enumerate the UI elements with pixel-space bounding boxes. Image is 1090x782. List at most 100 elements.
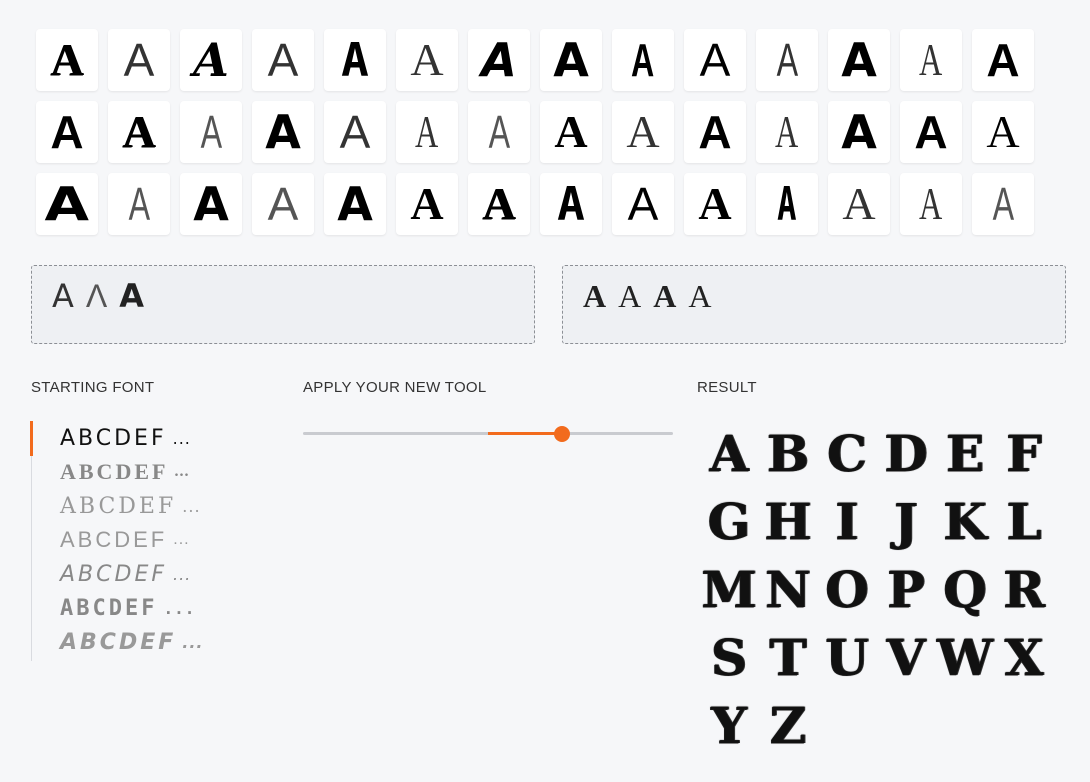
glyph-letter: A [776, 34, 798, 86]
glyph-letter: A [914, 106, 948, 158]
glyph-tile[interactable]: A [36, 29, 98, 91]
glyph-tile[interactable]: A [468, 173, 530, 235]
result-glyph: U [825, 627, 869, 687]
glyph-letter: A [410, 178, 444, 229]
glyph-tile[interactable]: A [180, 29, 242, 91]
dropped-glyph[interactable]: A [653, 280, 676, 312]
glyph-tile[interactable]: A [108, 173, 170, 235]
font-option[interactable]: ABCDEF... [32, 557, 212, 591]
font-option[interactable]: ABCDEF... [32, 523, 212, 557]
glyph-letter: A [841, 33, 877, 87]
result-label: RESULT [697, 379, 757, 396]
glyph-tile[interactable]: A [900, 173, 962, 235]
drop-zone-right[interactable]: AAAA [562, 265, 1066, 344]
glyph-tile[interactable]: A [468, 29, 530, 91]
font-sample: ABCDEF [60, 595, 158, 621]
glyph-tile[interactable]: A [540, 101, 602, 163]
result-alphabet: ABCDEF GHIJKL MNOPQR STUVWX YZ [700, 419, 1053, 759]
glyph-tile[interactable]: A [972, 173, 1034, 235]
glyph-tile[interactable]: A [684, 101, 746, 163]
font-sample: ABCDEF [60, 425, 167, 451]
glyph-tile[interactable]: A [828, 29, 890, 91]
glyph-tile[interactable]: A [36, 173, 98, 235]
glyph-letter: A [698, 106, 732, 158]
dropped-glyph[interactable]: Λ [86, 280, 107, 312]
font-option[interactable]: ABCDEF... [32, 591, 212, 625]
glyph-tile[interactable]: A [684, 29, 746, 91]
glyph-tile[interactable]: A [756, 101, 818, 163]
glyph-letter: A [986, 106, 1020, 157]
glyph-tile[interactable]: A [540, 29, 602, 91]
glyph-tile[interactable]: A [468, 101, 530, 163]
glyph-tile[interactable]: A [396, 29, 458, 91]
glyph-tile[interactable]: A [828, 101, 890, 163]
glyph-letter: A [128, 178, 150, 230]
glyph-tile[interactable]: A [396, 101, 458, 163]
glyph-letter: A [698, 178, 732, 229]
dropped-glyph[interactable]: A [618, 280, 641, 312]
glyph-letter: A [339, 106, 371, 158]
glyph-tile[interactable]: A [540, 173, 602, 235]
glyph-tile[interactable]: A [828, 173, 890, 235]
result-glyph: G [707, 491, 751, 551]
glyph-tile[interactable]: A [36, 101, 98, 163]
glyph-letter: A [919, 178, 943, 229]
font-sample: ABCDEF [60, 459, 169, 484]
glyph-letter: A [553, 33, 589, 87]
font-option[interactable]: ABCDEF... [32, 421, 212, 455]
dropped-glyph[interactable]: A [52, 280, 74, 312]
glyph-tile[interactable]: A [324, 101, 386, 163]
glyph-tile[interactable]: A [756, 29, 818, 91]
drop-zone-left[interactable]: AΛA [31, 265, 535, 344]
dropped-glyph[interactable]: A [119, 280, 144, 312]
glyph-tile[interactable]: A [612, 173, 674, 235]
glyph-letter: A [775, 106, 799, 157]
glyph-tile[interactable]: A [108, 29, 170, 91]
apply-tool-label: APPLY YOUR NEW TOOL [303, 379, 487, 396]
font-option[interactable]: ABCDEF... [32, 625, 212, 659]
glyph-letter: A [919, 34, 943, 85]
glyph-letter: A [481, 33, 517, 87]
glyph-tile[interactable]: A [612, 29, 674, 91]
glyph-letter: A [337, 177, 373, 231]
result-glyph: B [766, 423, 810, 483]
font-option[interactable]: ABCDEF... [32, 455, 212, 489]
glyph-tile[interactable]: A [252, 101, 314, 163]
glyph-tile[interactable]: A [396, 173, 458, 235]
font-option[interactable]: ABCDEF... [32, 489, 212, 523]
result-glyph: I [835, 491, 859, 551]
tool-strength-slider[interactable] [303, 424, 673, 444]
glyph-tile[interactable]: A [324, 29, 386, 91]
glyph-letter: A [626, 106, 660, 157]
result-glyph: K [943, 491, 987, 551]
font-ellipsis: ... [172, 428, 191, 448]
glyph-tile[interactable]: A [900, 29, 962, 91]
glyph-letter: A [50, 106, 84, 158]
glyph-tile[interactable]: A [972, 101, 1034, 163]
result-glyph: H [764, 491, 812, 551]
font-ellipsis: ... [173, 564, 192, 584]
glyph-tile[interactable]: A [252, 29, 314, 91]
glyph-tile[interactable]: A [180, 173, 242, 235]
glyph-letter: A [415, 106, 439, 157]
glyph-letter: A [554, 106, 588, 157]
result-glyph: N [765, 559, 811, 619]
glyph-tile[interactable]: A [756, 173, 818, 235]
glyph-tile[interactable]: A [900, 101, 962, 163]
glyph-letter: A [482, 178, 516, 229]
glyph-tile[interactable]: A [324, 173, 386, 235]
result-glyph: Y [711, 695, 747, 755]
starting-font-label: STARTING FONT [31, 379, 155, 396]
glyph-tile[interactable]: A [684, 173, 746, 235]
slider-handle[interactable] [554, 426, 570, 442]
glyph-tile[interactable]: A [108, 101, 170, 163]
glyph-tile[interactable]: A [252, 173, 314, 235]
glyph-tile[interactable]: A [180, 101, 242, 163]
dropped-glyph[interactable]: A [583, 280, 606, 312]
dropped-glyph[interactable]: A [688, 280, 711, 312]
glyph-tile[interactable]: A [612, 101, 674, 163]
result-glyph: E [945, 423, 985, 483]
glyph-tile[interactable]: A [972, 29, 1034, 91]
result-glyph: M [701, 559, 757, 619]
font-sample: ABCDEF [60, 561, 167, 587]
